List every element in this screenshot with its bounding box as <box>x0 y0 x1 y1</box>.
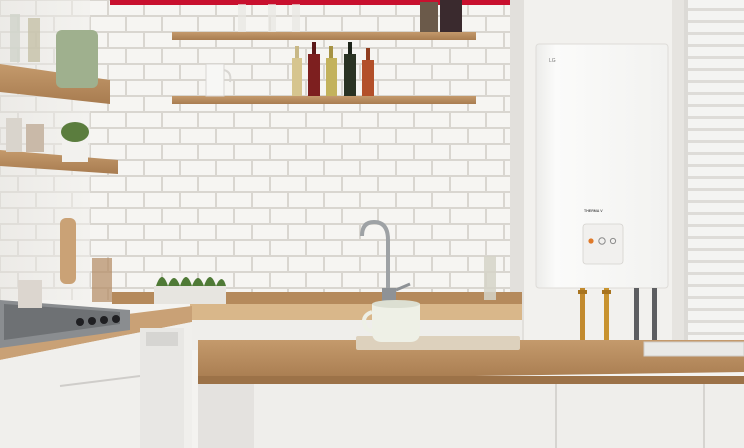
power-icon <box>588 238 594 244</box>
boiler-controller <box>582 223 624 265</box>
model-label: THERMA V <box>584 209 603 213</box>
brand-logo: LG <box>549 58 556 64</box>
kitchen-island <box>198 340 744 448</box>
kitchen-photo: LG THERMA V <box>0 0 744 448</box>
glass-bottle <box>484 256 496 300</box>
louvered-door <box>684 0 744 340</box>
boiler-unit: LG THERMA V <box>535 43 669 289</box>
